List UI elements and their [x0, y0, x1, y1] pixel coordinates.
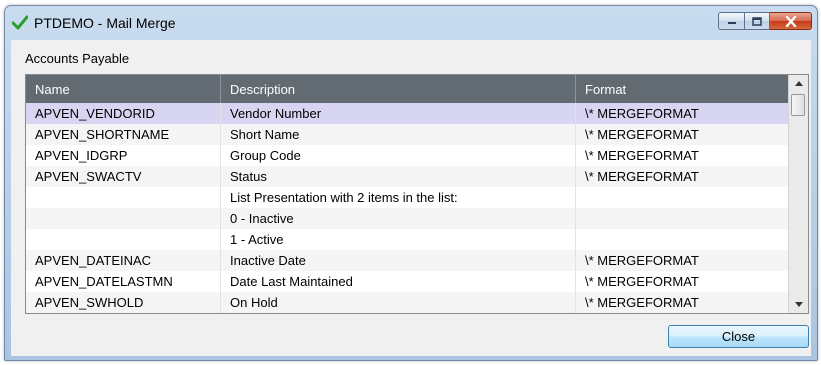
maximize-button[interactable]: [744, 12, 770, 30]
cell-description: Group Code: [221, 145, 576, 166]
table-row[interactable]: APVEN_VENDORID Vendor Number \* MERGEFOR…: [26, 103, 789, 124]
minimize-icon: [727, 22, 736, 24]
cell-name: APVEN_SHORTNAME: [26, 124, 221, 145]
vertical-scrollbar[interactable]: [788, 75, 808, 313]
table-row[interactable]: APVEN_DATEINAC Inactive Date \* MERGEFOR…: [26, 250, 789, 271]
cell-format: \* MERGEFORMAT: [576, 271, 789, 292]
scroll-up-button[interactable]: [789, 75, 808, 92]
cell-format: [576, 208, 789, 229]
caption-buttons: [718, 12, 812, 32]
cell-description: Date Last Maintained: [221, 271, 576, 292]
grid-rows: APVEN_VENDORID Vendor Number \* MERGEFOR…: [26, 103, 789, 313]
cell-format: \* MERGEFORMAT: [576, 124, 789, 145]
minimize-button[interactable]: [718, 12, 744, 30]
column-header-format[interactable]: Format: [576, 75, 789, 103]
scroll-down-button[interactable]: [789, 296, 808, 313]
maximize-icon: [752, 16, 762, 26]
close-icon: [785, 15, 796, 27]
table-row[interactable]: APVEN_DATELASTMN Date Last Maintained \*…: [26, 271, 789, 292]
table-row[interactable]: 1 - Active: [26, 229, 789, 250]
cell-format: \* MERGEFORMAT: [576, 103, 789, 124]
cell-name: APVEN_SWHOLD: [26, 292, 221, 313]
group-label: Accounts Payable: [25, 51, 130, 66]
cell-name: APVEN_DATELASTMN: [26, 271, 221, 292]
cell-description: 1 - Active: [221, 229, 576, 250]
cell-description: Inactive Date: [221, 250, 576, 271]
grid-header: Name Description Format: [26, 75, 789, 103]
cell-description: Short Name: [221, 124, 576, 145]
cell-format: [576, 229, 789, 250]
cell-name: APVEN_SWACTV: [26, 166, 221, 187]
window-close-button[interactable]: [770, 12, 812, 30]
cell-format: \* MERGEFORMAT: [576, 250, 789, 271]
client-area: Accounts Payable Name Description Format…: [11, 40, 811, 356]
cell-description: Status: [221, 166, 576, 187]
merge-fields-grid[interactable]: Name Description Format APVEN_VENDORID V…: [25, 74, 809, 314]
mail-merge-window: PTDEMO - Mail Merge Accounts Payable Nam…: [4, 5, 818, 361]
cell-description: List Presentation with 2 items in the li…: [221, 187, 576, 208]
cell-name: APVEN_IDGRP: [26, 145, 221, 166]
cell-description: Vendor Number: [221, 103, 576, 124]
close-button[interactable]: Close: [668, 325, 809, 348]
table-row[interactable]: APVEN_IDGRP Group Code \* MERGEFORMAT: [26, 145, 789, 166]
table-row[interactable]: List Presentation with 2 items in the li…: [26, 187, 789, 208]
cell-description: 0 - Inactive: [221, 208, 576, 229]
arrow-down-icon: [794, 302, 803, 307]
cell-name: [26, 229, 221, 250]
green-check-icon: [12, 15, 28, 30]
table-row[interactable]: 0 - Inactive: [26, 208, 789, 229]
cell-format: \* MERGEFORMAT: [576, 166, 789, 187]
cell-name: [26, 187, 221, 208]
title-bar[interactable]: PTDEMO - Mail Merge: [5, 6, 817, 40]
cell-name: APVEN_DATEINAC: [26, 250, 221, 271]
cell-format: \* MERGEFORMAT: [576, 145, 789, 166]
cell-format: \* MERGEFORMAT: [576, 292, 789, 313]
column-header-name[interactable]: Name: [26, 75, 221, 103]
cell-format: [576, 187, 789, 208]
cell-description: On Hold: [221, 292, 576, 313]
cell-name: APVEN_VENDORID: [26, 103, 221, 124]
arrow-up-icon: [794, 81, 803, 86]
table-row[interactable]: APVEN_SWHOLD On Hold \* MERGEFORMAT: [26, 292, 789, 313]
window-title: PTDEMO - Mail Merge: [34, 15, 176, 31]
scrollbar-thumb[interactable]: [791, 94, 805, 116]
table-row[interactable]: APVEN_SHORTNAME Short Name \* MERGEFORMA…: [26, 124, 789, 145]
table-row[interactable]: APVEN_SWACTV Status \* MERGEFORMAT: [26, 166, 789, 187]
column-header-description[interactable]: Description: [221, 75, 576, 103]
cell-name: [26, 208, 221, 229]
